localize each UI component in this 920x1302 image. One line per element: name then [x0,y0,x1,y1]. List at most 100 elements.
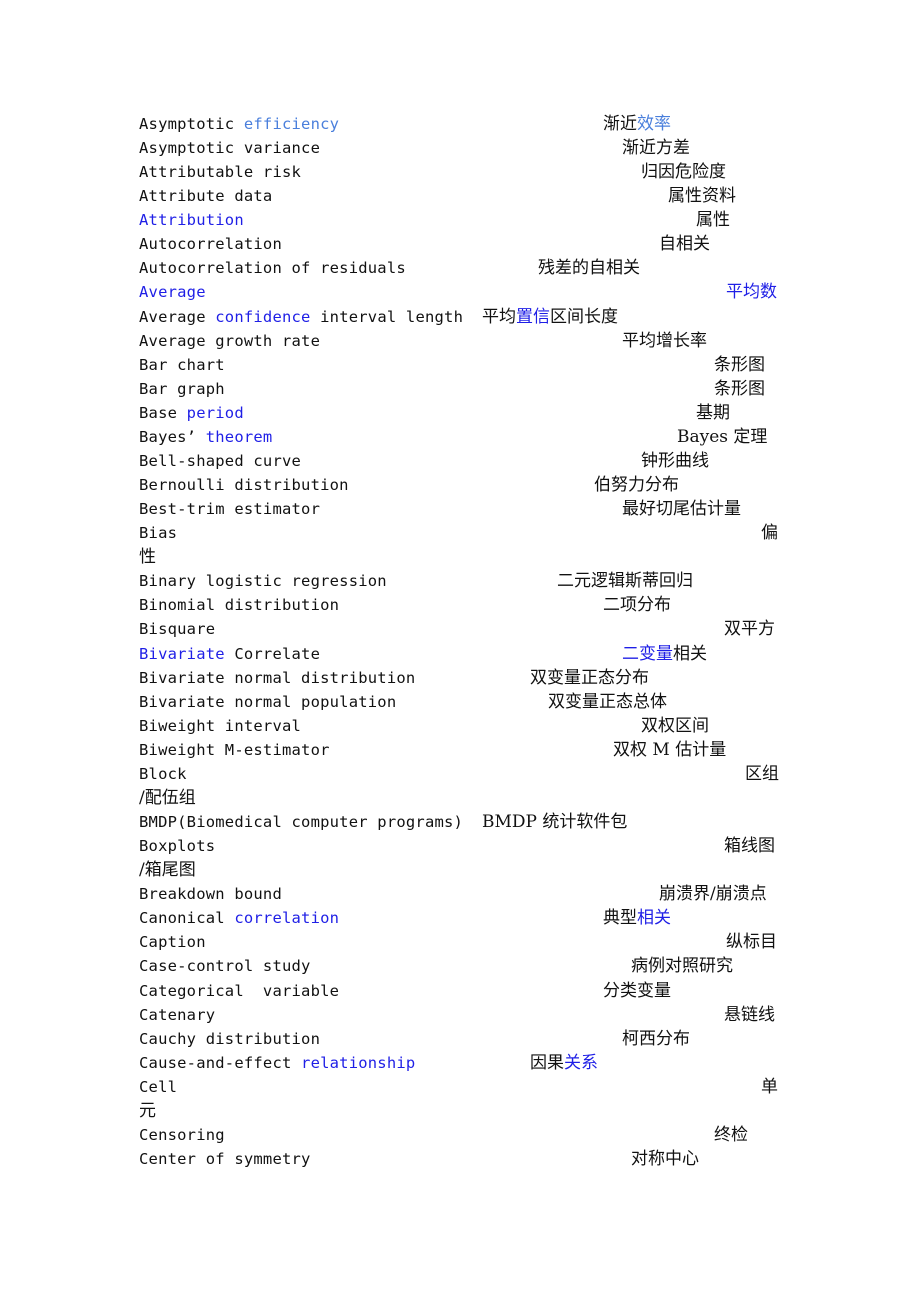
term-english: Categorical variable [139,979,339,1003]
text-segment: Asymptotic [139,115,244,133]
term-chinese: 最好切尾估计量 [622,497,741,521]
text-segment: 双权 M 估计量 [613,739,727,760]
text-segment: 基期 [696,402,730,423]
term-english: Bivariate Correlate [139,642,320,666]
hyperlink-text[interactable]: 效率 [637,114,671,134]
text-segment: Bias [139,524,178,543]
term-english: Censoring [139,1123,225,1147]
term-english: Block [139,762,187,786]
hyperlink-text[interactable]: theorem [206,428,273,446]
text-segment: Attributable risk [139,163,302,182]
term-chinese: 属性资料 [668,184,736,208]
hyperlink-text[interactable]: efficiency [244,115,339,133]
text-segment: Categorical variable [139,981,340,1000]
text-segment: Breakdown bound [139,885,282,904]
hyperlink-text[interactable]: Average [139,283,206,301]
text-segment: 纵标目 [726,932,777,953]
text-segment: Correlate [224,644,321,663]
text-segment: 崩溃界/崩溃点 [659,884,767,905]
term-chinese: 二元逻辑斯蒂回归 [557,569,693,593]
term-english: Bisquare [139,617,215,641]
text-segment: BMDP(Biomedical computer programs) [139,813,464,832]
term-english: BMDP(Biomedical computer programs) [139,810,463,834]
text-segment: Autocorrelation of residuals [139,259,406,278]
hyperlink-text[interactable]: 关系 [564,1053,598,1073]
text-segment: 渐近方差 [622,138,690,159]
term-english: Breakdown bound [139,882,282,906]
term-chinese: 偏 [761,521,778,545]
text-segment: Asymptotic variance [139,139,321,158]
text-segment: Bayes’ [139,427,206,446]
term-english: Bar chart [139,353,225,377]
term-chinese: 因果关系 [530,1051,598,1075]
text-segment: Bar chart [139,355,225,374]
hyperlink-text[interactable]: Bivariate [139,645,225,663]
text-segment: Average [139,307,216,326]
text-segment: 病例对照研究 [631,956,733,977]
term-chinese: 渐近效率 [603,112,671,136]
term-chinese: 渐近方差 [622,136,690,160]
text-segment: 柯西分布 [622,1028,690,1049]
text-segment: 条形图 [714,354,765,375]
term-english: Bias [139,521,177,545]
term-chinese: 伯努力分布 [594,473,679,497]
hyperlink-text[interactable]: 二变量 [622,644,673,664]
text-segment: Best-trim estimator [139,500,321,519]
term-english: Bayes’ theorem [139,425,272,449]
text-segment: 终检 [714,1124,748,1145]
term-english: Cause-and-effect relationship [139,1051,415,1075]
hyperlink-text[interactable]: correlation [234,909,339,927]
text-segment: Bayes 定理 [677,426,768,447]
text-segment: 二项分布 [603,595,671,616]
term-english: Canonical correlation [139,906,339,930]
term-english: Asymptotic efficiency [139,112,339,136]
term-chinese: Bayes 定理 [677,425,767,449]
term-chinese: 属性 [696,208,730,232]
hyperlink-text[interactable]: Attribution [139,211,244,229]
text-segment: 相关 [673,643,707,664]
term-english: Attribute data [139,184,272,208]
term-chinese: 双变量正态分布 [530,666,649,690]
text-segment: 区组 [745,763,779,784]
term-chinese: 平均置信区间长度 [482,305,618,329]
hyperlink-text[interactable]: confidence [215,308,310,326]
term-english: Catenary [139,1003,215,1027]
text-segment: 悬链线 [724,1004,775,1025]
text-segment: 区间长度 [550,306,618,327]
text-segment: 属性资料 [668,186,736,207]
text-segment: 残差的自相关 [538,258,640,279]
text-segment: Boxplots [139,837,216,856]
term-chinese: 对称中心 [631,1147,699,1171]
hyperlink-text[interactable]: 平均数 [726,282,777,302]
text-segment: BMDP 统计软件包 [482,812,628,833]
text-segment: Caption [139,933,206,952]
term-english: Bar graph [139,377,225,401]
term-english: Biweight M-estimator [139,738,330,762]
term-english: Boxplots [139,834,215,858]
term-english: Bivariate normal population [139,690,396,714]
text-segment: 平均增长率 [622,330,707,351]
text-segment: Cauchy distribution [139,1029,321,1048]
text-segment: 双平方 [724,619,775,640]
term-english: Caption [139,930,206,954]
text-segment: Bivariate normal population [139,692,397,711]
text-segment: Biweight M-estimator [139,740,330,759]
text-segment: 平均 [482,306,516,327]
text-segment: 属性 [696,210,730,231]
text-segment: 分类变量 [603,980,671,1001]
text-segment: Bell-shaped curve [139,451,302,470]
term-chinese: 纵标目 [726,930,777,954]
term-english: Cauchy distribution [139,1027,320,1051]
hyperlink-text[interactable]: 相关 [637,908,671,928]
term-chinese: 箱线图 [724,834,775,858]
text-segment: 伯努力分布 [594,475,679,496]
hyperlink-text[interactable]: 置信 [516,307,550,327]
text-segment: 条形图 [714,378,765,399]
term-english: Biweight interval [139,714,301,738]
term-chinese: 条形图 [714,377,765,401]
term-chinese: 柯西分布 [622,1027,690,1051]
hyperlink-text[interactable]: period [187,404,244,422]
text-segment: Attribute data [139,187,273,206]
text-segment: Canonical [139,909,235,928]
hyperlink-text[interactable]: relationship [301,1054,415,1072]
